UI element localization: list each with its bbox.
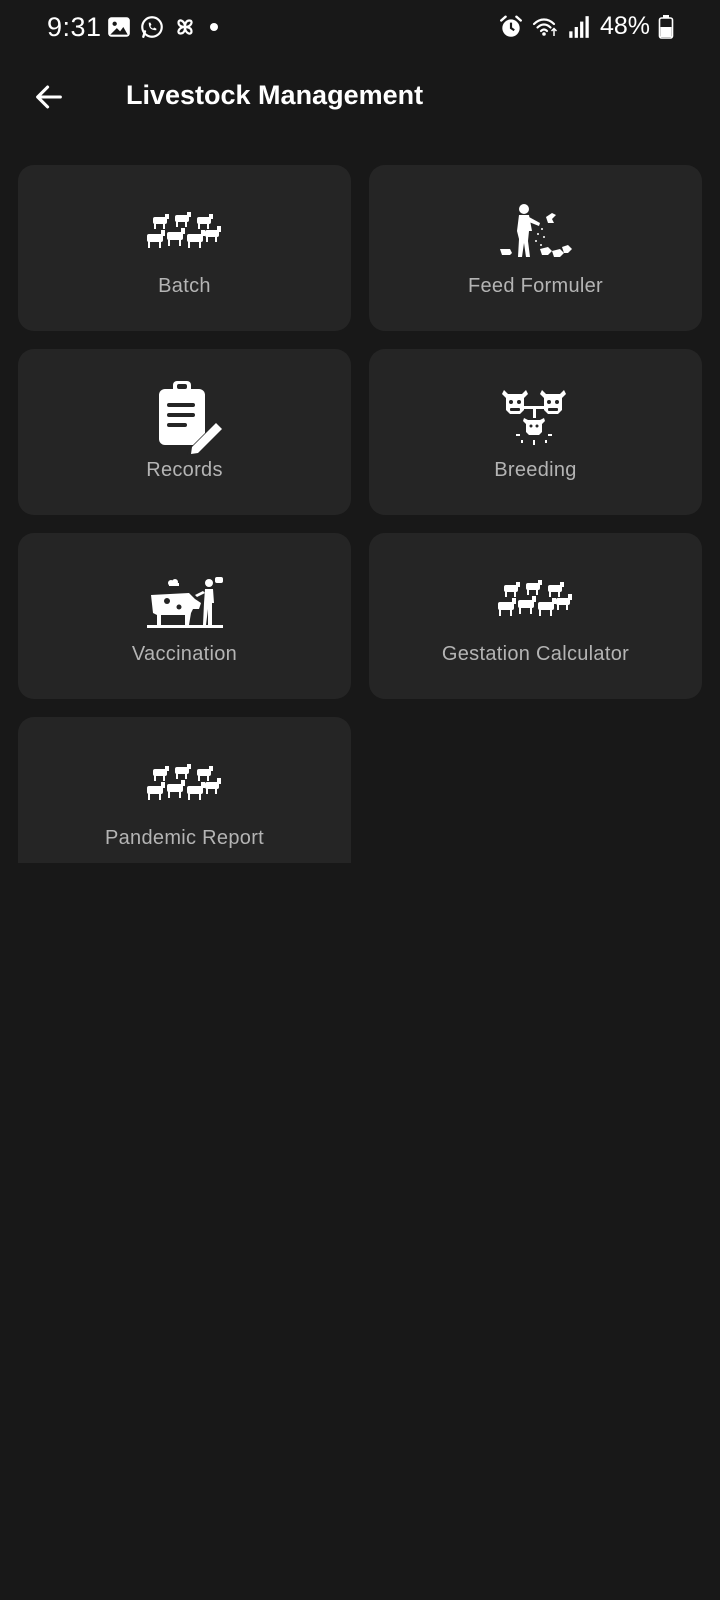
- card-records[interactable]: Records: [18, 349, 351, 515]
- card-breeding[interactable]: Breeding: [369, 349, 702, 515]
- screen: 9:31 48% Livestock Management Batch Feed…: [0, 0, 720, 1600]
- herd-icon: [145, 193, 225, 273]
- status-time: 9:31: [47, 12, 102, 42]
- card-vaccination[interactable]: Vaccination: [18, 533, 351, 699]
- card-pandemic-report[interactable]: Pandemic Report: [18, 717, 351, 863]
- cow-breeding-icon: [496, 377, 576, 457]
- card-feed-formuler[interactable]: Feed Formuler: [369, 165, 702, 331]
- herd-icon: [496, 561, 576, 641]
- whatsapp-icon: [141, 16, 163, 38]
- page-title: Livestock Management: [126, 80, 424, 110]
- wifi-icon: [532, 17, 557, 36]
- farmer-feeding-icon: [496, 193, 576, 273]
- card-label: Pandemic Report: [104, 827, 265, 849]
- back-button[interactable]: [24, 72, 74, 122]
- pinwheel-icon: [177, 19, 193, 35]
- cow-vaccination-icon: [145, 561, 225, 641]
- card-label: Feed Formuler: [467, 275, 604, 297]
- alarm-icon: [500, 15, 522, 37]
- status-bar: 9:31 48%: [0, 0, 720, 58]
- card-label: Gestation Calculator: [441, 643, 630, 665]
- arrow-left-icon: [36, 85, 62, 109]
- clipboard-edit-icon: [145, 377, 225, 457]
- card-label: Records: [146, 459, 223, 481]
- card-batch[interactable]: Batch: [18, 165, 351, 331]
- card-gestation-calculator[interactable]: Gestation Calculator: [369, 533, 702, 699]
- gallery-icon: [108, 17, 130, 37]
- herd-icon: [145, 745, 225, 825]
- signal-icon: [569, 15, 589, 38]
- battery-percent: 48%: [599, 12, 650, 40]
- battery-icon: [658, 14, 674, 39]
- app-bar: Livestock Management: [0, 58, 720, 140]
- card-label: Batch: [158, 275, 211, 297]
- card-label: Breeding: [494, 459, 577, 481]
- status-right: 48%: [498, 12, 674, 41]
- card-label: Vaccination: [131, 643, 238, 665]
- dot-icon: [210, 23, 218, 31]
- status-left-icons: [106, 14, 223, 40]
